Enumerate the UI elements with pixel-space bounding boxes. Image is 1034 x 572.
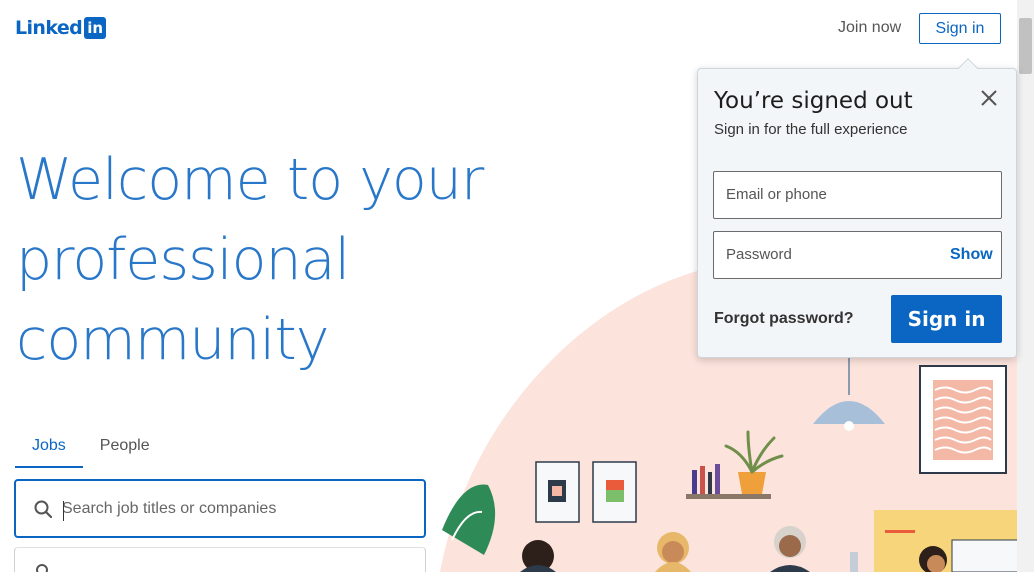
close-icon[interactable] [978, 87, 1000, 109]
search-icon [34, 500, 52, 518]
popup-subtitle: Sign in for the full experience [714, 121, 908, 138]
logo-text: Linked [15, 17, 83, 39]
text-caret [63, 501, 64, 521]
logo-in-box: in [84, 17, 107, 39]
popup-sign-in-button[interactable]: Sign in [891, 295, 1002, 343]
email-input[interactable] [726, 186, 946, 203]
page-scrollbar[interactable] [1017, 0, 1034, 572]
job-search-box[interactable] [14, 479, 426, 538]
search-tabs: Jobs People [15, 430, 167, 468]
join-now-link[interactable]: Join now [838, 19, 901, 37]
email-field[interactable] [713, 171, 1002, 219]
show-password-button[interactable]: Show [950, 246, 993, 264]
forgot-password-link[interactable]: Forgot password? [714, 310, 854, 328]
job-search-input[interactable] [62, 499, 402, 518]
location-search-box[interactable] [14, 547, 426, 572]
signed-out-popup: You’re signed out Sign in for the full e… [697, 58, 1017, 358]
header-sign-in-button[interactable]: Sign in [919, 13, 1001, 44]
linkedin-logo[interactable]: Linked in [15, 17, 107, 39]
password-input[interactable] [726, 246, 946, 263]
popup-arrow [958, 58, 978, 78]
location-icon [36, 564, 48, 572]
popup-title: You’re signed out [714, 88, 913, 114]
password-field[interactable]: Show [713, 231, 1002, 279]
scrollbar-thumb[interactable] [1019, 18, 1032, 74]
tab-jobs[interactable]: Jobs [15, 430, 83, 468]
tab-people[interactable]: People [83, 430, 167, 468]
